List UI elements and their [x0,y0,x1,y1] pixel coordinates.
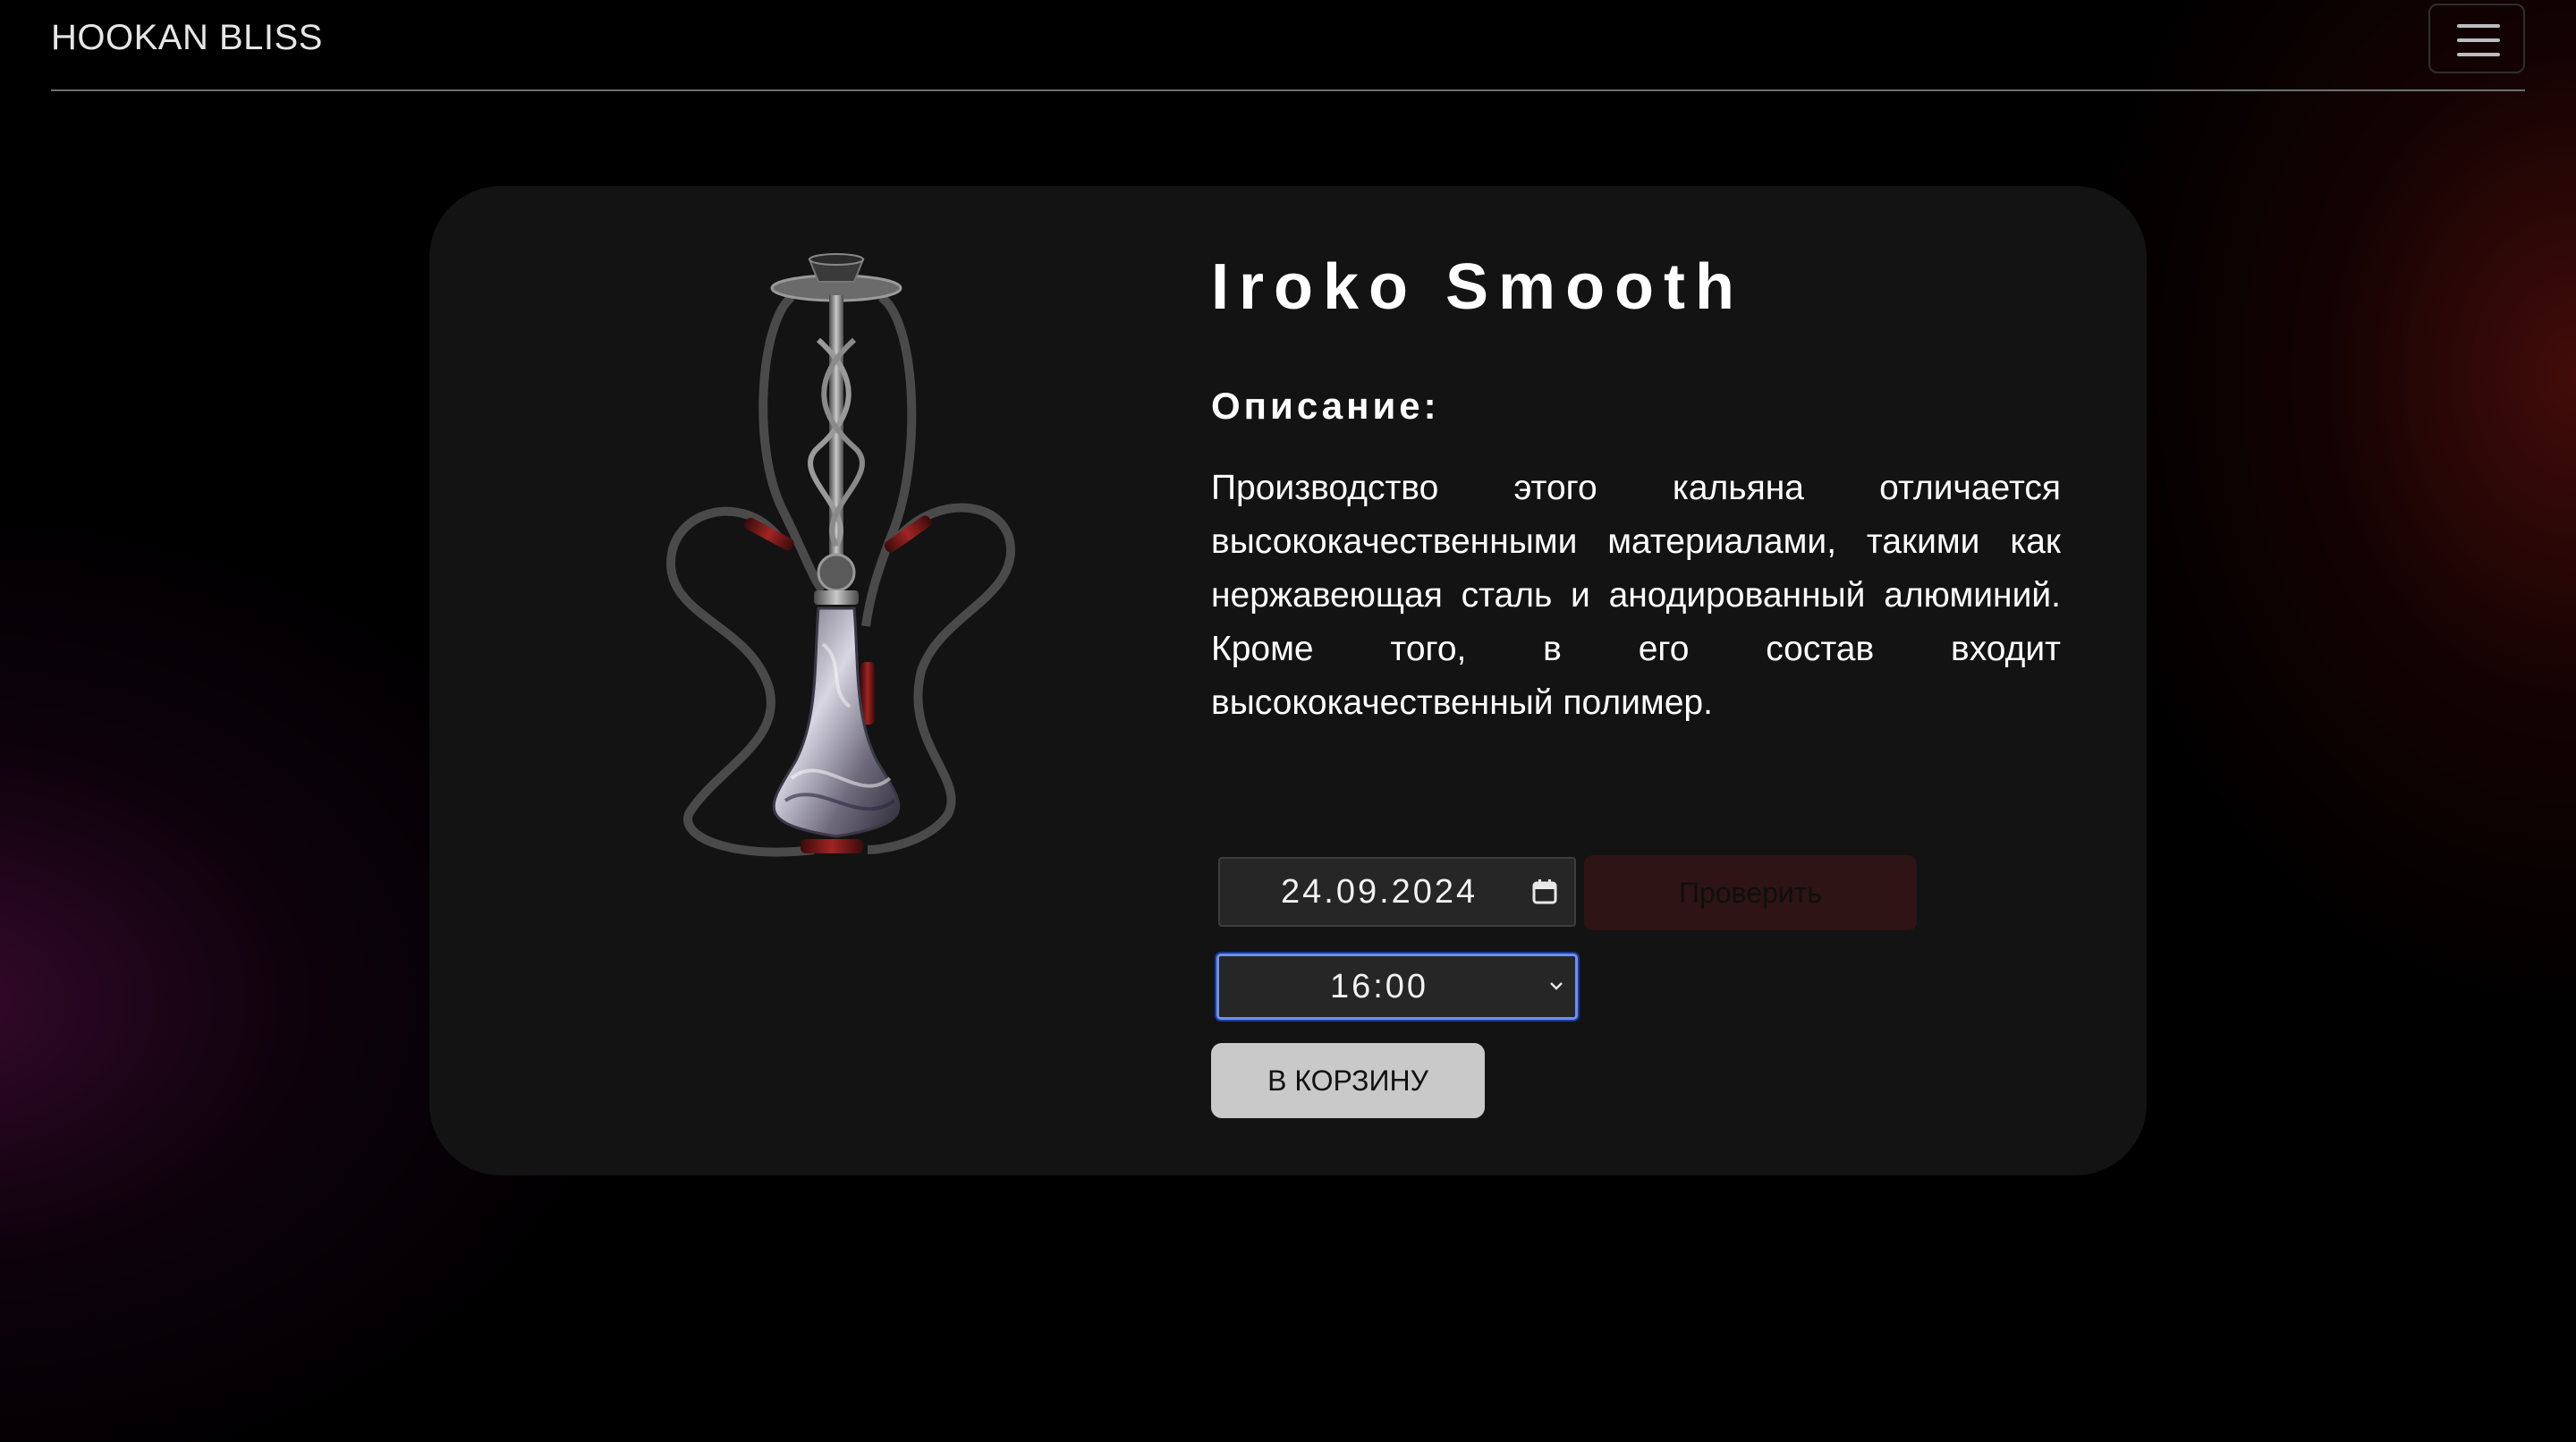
calendar-icon[interactable] [1531,878,1558,905]
product-title: Iroko Smooth [1211,251,1744,323]
hookah-image [665,253,1016,857]
check-availability-button[interactable]: Проверить [1584,855,1917,930]
chevron-down-icon [1550,982,1563,990]
description-heading: Описание: [1211,385,1440,427]
time-select[interactable]: 16:00 [1216,954,1578,1020]
product-description: Производство этого кальяна отличается вы… [1211,469,2061,722]
navbar: HOOKAN BLISS [51,0,2525,91]
brand-logo[interactable]: HOOKAN BLISS [51,18,323,58]
time-select-value: 16:00 [1329,968,1429,1005]
hamburger-menu-icon [2457,24,2500,28]
add-to-cart-button[interactable]: В КОРЗИНУ [1211,1043,1485,1118]
menu-toggle-button[interactable] [2428,4,2525,73]
hamburger-menu-icon-bar [2457,38,2500,42]
product-card: Iroko Smooth Описание: Производство этог… [429,186,2147,1175]
hamburger-menu-icon-bar [2457,53,2500,56]
date-input-value: 24.09.2024 [1281,873,1479,911]
date-input[interactable]: 24.09.2024 [1218,857,1576,927]
page: HOOKAN BLISS Iroko Smooth Описание: Прои… [0,0,2576,1442]
